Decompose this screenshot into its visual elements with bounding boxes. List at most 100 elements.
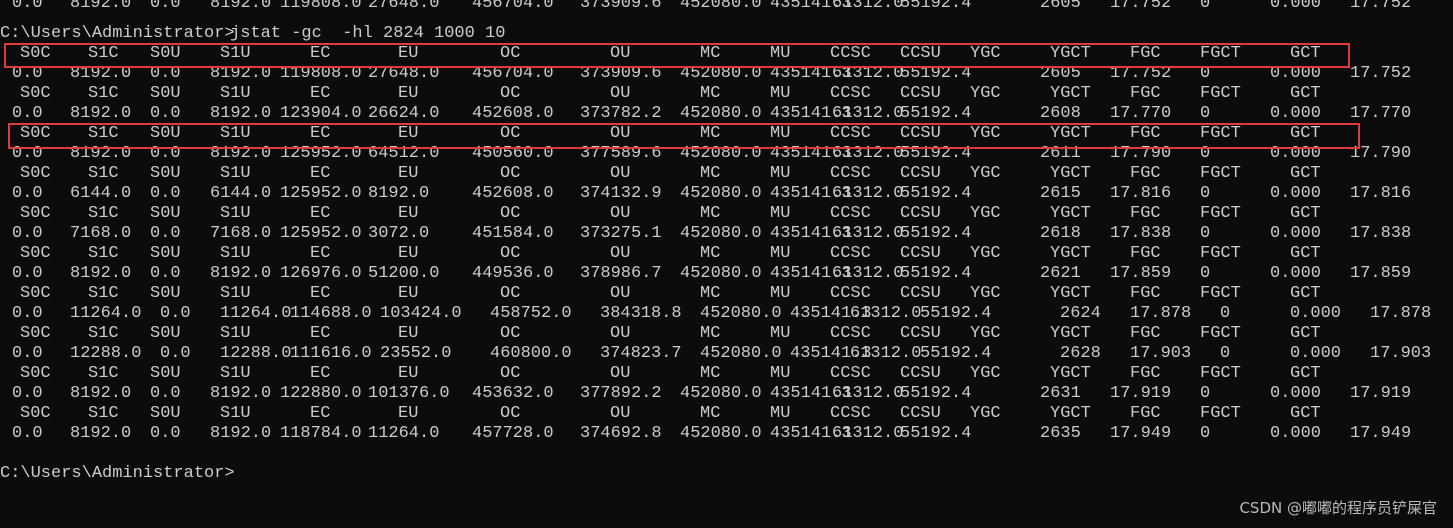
data-cell-3: 8192.0 xyxy=(210,424,272,443)
data-cell-15: 0.000 xyxy=(1290,344,1342,363)
header-cell-2: S0U xyxy=(150,164,181,183)
data-cell-3: 8192.0 xyxy=(210,264,272,283)
data-cell-13: 17.752 xyxy=(1110,64,1172,83)
table-row: 0.0 8192.0 0.0 8192.0 125952.0 64512.0 450560.… xyxy=(0,144,1453,164)
data-cell-8: 452080.0 xyxy=(680,424,762,443)
data-cell-12: 2608 xyxy=(1040,104,1081,123)
header-cell-4: EC xyxy=(310,284,331,303)
header-cell-10: CCSC xyxy=(830,324,871,343)
data-cell-4: 126976.0 xyxy=(280,264,362,283)
data-cell-1: 8192.0 xyxy=(70,144,132,163)
table-row: 0.0 8192.0 0.0 8192.0 119808.0 27648.0 456704.… xyxy=(0,64,1453,84)
header-row: S0C S1C S0U S1U EC EU OC OU MC MU CCSC CCSU YGC YGCT F… xyxy=(0,244,1453,264)
header-cell-7: OU xyxy=(610,44,631,63)
header-cell-3: S1U xyxy=(220,284,251,303)
data-cell-1: 8192.0 xyxy=(70,424,132,443)
data-cell-0: 0.0 xyxy=(12,64,43,83)
header-cell-1: S1C xyxy=(88,164,119,183)
data-cell-7: 378986.7 xyxy=(580,264,662,283)
header-cell-3: S1U xyxy=(220,324,251,343)
data-cell-13: 17.770 xyxy=(1110,104,1172,123)
data-cell-10: 61312.0 xyxy=(832,184,904,203)
header-cell-16: GCT xyxy=(1290,164,1321,183)
data-cell-0: 0.0 xyxy=(12,344,43,363)
data-cell-15: 0.000 xyxy=(1270,264,1322,283)
final-prompt-text[interactable]: C:\Users\Administrator> xyxy=(0,464,235,484)
header-cell-13: YGCT xyxy=(1050,84,1091,103)
table-row: 0.0 7168.0 0.0 7168.0 125952.0 3072.0 451584.0… xyxy=(0,224,1453,244)
header-cell-11: CCSU xyxy=(900,124,941,143)
partial-cell-11: 55192.4 xyxy=(900,0,972,13)
header-cell-1: S1C xyxy=(88,364,119,383)
header-cell-6: OC xyxy=(500,84,521,103)
terminal-window[interactable]: 0.0 8192.0 0.0 8192.0 119808.0 27648.0 456704.… xyxy=(0,0,1453,528)
data-cell-2: 0.0 xyxy=(150,424,181,443)
header-cell-15: FGCT xyxy=(1200,84,1241,103)
data-cell-12: 2611 xyxy=(1040,144,1081,163)
data-cell-2: 0.0 xyxy=(150,64,181,83)
data-cell-0: 0.0 xyxy=(12,184,43,203)
header-cell-15: FGCT xyxy=(1200,244,1241,263)
data-cell-11: 55192.4 xyxy=(900,264,972,283)
data-cell-7: 373909.6 xyxy=(580,64,662,83)
partial-row: 0.0 8192.0 0.0 8192.0 119808.0 27648.0 456704.… xyxy=(0,0,1453,14)
data-cell-13: 17.790 xyxy=(1110,144,1172,163)
header-cell-1: S1C xyxy=(88,204,119,223)
partial-cell-10: 61312.0 xyxy=(832,0,904,13)
header-cell-3: S1U xyxy=(220,204,251,223)
data-cell-6: 450560.0 xyxy=(472,144,554,163)
header-cell-2: S0U xyxy=(150,364,181,383)
data-cell-0: 0.0 xyxy=(12,304,43,323)
header-cell-5: EU xyxy=(398,324,419,343)
header-cell-15: FGCT xyxy=(1200,204,1241,223)
header-cell-13: YGCT xyxy=(1050,324,1091,343)
data-cell-16: 17.949 xyxy=(1350,424,1412,443)
data-cell-5: 64512.0 xyxy=(368,144,440,163)
command-text: jstat -gc -hl 2824 1000 10 xyxy=(230,24,506,43)
header-cell-5: EU xyxy=(398,404,419,423)
data-cell-14: 0 xyxy=(1220,344,1231,363)
header-cell-2: S0U xyxy=(150,204,181,223)
data-cell-8: 452080.0 xyxy=(680,184,762,203)
data-cell-3: 6144.0 xyxy=(210,184,272,203)
header-cell-6: OC xyxy=(500,324,521,343)
data-cell-5: 27648.0 xyxy=(368,64,440,83)
data-cell-14: 0 xyxy=(1200,384,1211,403)
header-cell-11: CCSU xyxy=(900,244,941,263)
header-cell-3: S1U xyxy=(220,124,251,143)
header-cell-5: EU xyxy=(398,124,419,143)
header-cell-7: OU xyxy=(610,84,631,103)
header-cell-2: S0U xyxy=(150,124,181,143)
header-row: S0C S1C S0U S1U EC EU OC OU MC MU CCSC CCSU YGC YGCT F… xyxy=(0,84,1453,104)
header-cell-4: EC xyxy=(310,164,331,183)
header-cell-15: FGCT xyxy=(1200,44,1241,63)
header-row: S0C S1C S0U S1U EC EU OC OU MC MU CCSC CCSU YGC YGCT F… xyxy=(0,364,1453,384)
data-cell-5: 3072.0 xyxy=(368,224,430,243)
partial-cell-14: 0 xyxy=(1200,0,1211,13)
data-cell-4: 123904.0 xyxy=(280,104,362,123)
header-cell-0: S0C xyxy=(20,364,51,383)
data-cell-1: 12288.0 xyxy=(70,344,142,363)
data-cell-0: 0.0 xyxy=(12,384,43,403)
header-cell-11: CCSU xyxy=(900,164,941,183)
data-cell-3: 8192.0 xyxy=(210,104,272,123)
header-cell-14: FGC xyxy=(1130,324,1161,343)
header-cell-16: GCT xyxy=(1290,84,1321,103)
data-cell-5: 103424.0 xyxy=(380,304,462,323)
partial-cell-16: 17.752 xyxy=(1350,0,1412,13)
header-cell-5: EU xyxy=(398,164,419,183)
header-cell-8: MC xyxy=(700,164,721,183)
data-cell-1: 8192.0 xyxy=(70,64,132,83)
header-cell-15: FGCT xyxy=(1200,284,1241,303)
data-cell-11: 55192.4 xyxy=(900,104,972,123)
data-cell-4: 122880.0 xyxy=(280,384,362,403)
header-cell-12: YGC xyxy=(970,204,1001,223)
data-cell-2: 0.0 xyxy=(160,344,191,363)
data-cell-16: 17.770 xyxy=(1350,104,1412,123)
header-cell-3: S1U xyxy=(220,44,251,63)
header-cell-2: S0U xyxy=(150,84,181,103)
data-cell-11: 55192.4 xyxy=(900,64,972,83)
header-cell-9: MU xyxy=(770,164,791,183)
data-cell-10: 61312.0 xyxy=(832,64,904,83)
data-cell-3: 8192.0 xyxy=(210,384,272,403)
